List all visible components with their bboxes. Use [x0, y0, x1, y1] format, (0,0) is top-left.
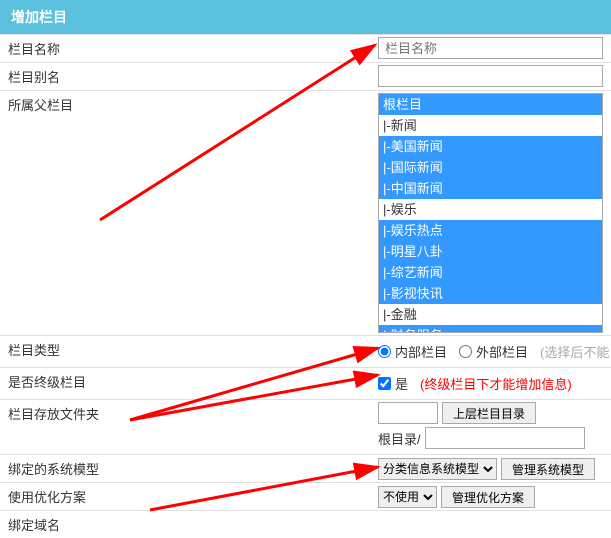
list-item[interactable]: |-娱乐热点: [379, 220, 602, 241]
folder-parent-button[interactable]: 上层栏目目录: [442, 402, 536, 424]
label-seo: 使用优化方案: [0, 483, 378, 510]
type-external-label: 外部栏目: [476, 342, 528, 361]
terminal-hint: (终级栏目下才能增加信息): [420, 374, 572, 393]
list-item[interactable]: |-新闻: [379, 115, 602, 136]
label-parent: 所属父栏目: [0, 91, 378, 335]
label-domain: 绑定域名: [0, 511, 378, 538]
label-model: 绑定的系统模型: [0, 455, 378, 482]
list-item[interactable]: |-金融: [379, 304, 602, 325]
alias-input[interactable]: [378, 65, 603, 87]
list-item[interactable]: 根栏目: [379, 94, 602, 115]
list-item[interactable]: |-中国新闻: [379, 178, 602, 199]
header-title: 增加栏目: [11, 9, 67, 25]
list-item[interactable]: |-国际新闻: [379, 157, 602, 178]
seo-manage-button[interactable]: 管理优化方案: [441, 486, 535, 508]
type-internal-radio[interactable]: [378, 345, 391, 358]
folder-root-input[interactable]: [425, 427, 585, 449]
label-name: 栏目名称: [0, 35, 378, 62]
folder-root-label: 根目录/: [378, 429, 421, 448]
terminal-checkbox[interactable]: [378, 377, 391, 390]
label-terminal: 是否终级栏目: [0, 368, 378, 399]
label-alias: 栏目别名: [0, 63, 378, 90]
model-select[interactable]: 分类信息系统模型: [378, 458, 497, 480]
model-manage-button[interactable]: 管理系统模型: [501, 458, 595, 480]
seo-select[interactable]: 不使用: [378, 486, 437, 508]
list-item[interactable]: |-美国新闻: [379, 136, 602, 157]
list-item[interactable]: |-综艺新闻: [379, 262, 602, 283]
list-item[interactable]: |-娱乐: [379, 199, 602, 220]
form-header: 增加栏目: [0, 0, 611, 34]
list-item[interactable]: |-明星八卦: [379, 241, 602, 262]
type-hint: (选择后不能: [540, 342, 609, 361]
terminal-yes-label: 是: [395, 374, 408, 393]
parent-listbox[interactable]: 根栏目|-新闻 |-美国新闻 |-国际新闻 |-中国新闻|-娱乐 |-娱乐热点 …: [378, 93, 603, 333]
list-item[interactable]: |-影视快讯: [379, 283, 602, 304]
folder-parent-input[interactable]: [378, 402, 438, 424]
name-input[interactable]: [378, 37, 603, 59]
type-internal-label: 内部栏目: [395, 342, 447, 361]
label-folder: 栏目存放文件夹: [0, 400, 378, 454]
list-item[interactable]: |-财务服务: [379, 325, 602, 333]
type-external-radio[interactable]: [459, 345, 472, 358]
label-type: 栏目类型: [0, 336, 378, 367]
